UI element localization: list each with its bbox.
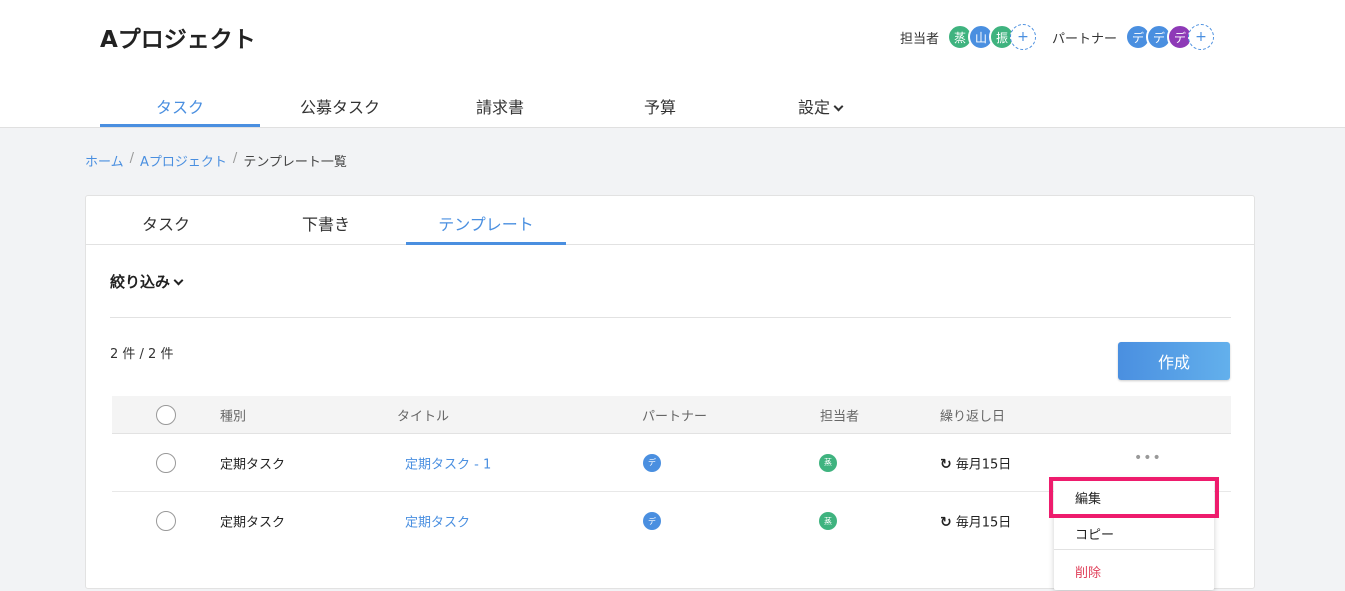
chevron-down-icon — [173, 275, 184, 286]
assignee-label: 担当者 — [900, 31, 940, 47]
partner-avatar: デ — [643, 453, 661, 472]
nav-tab-budget[interactable]: 予算 — [580, 82, 740, 127]
row-repeat-day: ↻ 毎月15日 — [940, 514, 1012, 531]
breadcrumb-current: テンプレート一覧 — [243, 155, 347, 170]
row-title-link[interactable]: 定期タスク — [405, 512, 470, 531]
nav-tab-tasks[interactable]: タスク — [100, 82, 260, 127]
row-checkbox[interactable] — [156, 452, 176, 473]
breadcrumb: ホーム / Aプロジェクト / テンプレート一覧 — [85, 151, 347, 170]
filter-label: 絞り込み — [110, 273, 171, 291]
row-repeat-day: ↻ 毎月15日 — [940, 456, 1012, 472]
menu-item-delete[interactable]: 削除 — [1054, 552, 1214, 588]
more-options-icon[interactable]: ••• — [1134, 450, 1162, 466]
project-title: Aプロジェクト — [100, 27, 256, 53]
tab-drafts[interactable]: 下書き — [246, 196, 406, 244]
menu-item-copy[interactable]: コピー — [1054, 514, 1214, 550]
nav-tab-invoices[interactable]: 請求書 — [420, 82, 580, 127]
main-nav: タスク 公募タスク 請求書 予算 設定 — [100, 82, 900, 127]
row-title-link[interactable]: 定期タスク - 1 — [405, 453, 491, 472]
project-members: 担当者 蒸 山 振 + パートナー デ デ デ + — [900, 22, 1215, 52]
partner-avatar: デ — [643, 512, 661, 530]
create-button[interactable]: 作成 — [1118, 342, 1230, 380]
row-context-menu: 編集 コピー 削除 — [1054, 478, 1214, 590]
breadcrumb-separator: / — [232, 151, 238, 166]
breadcrumb-project[interactable]: Aプロジェクト — [140, 151, 227, 170]
header-title: タイトル — [397, 409, 450, 424]
header-partner: パートナー — [642, 409, 708, 424]
filter-toggle[interactable]: 絞り込み — [110, 271, 184, 292]
breadcrumb-home[interactable]: ホーム — [85, 151, 124, 170]
partner-label: パートナー — [1052, 31, 1118, 47]
nav-tab-public-tasks[interactable]: 公募タスク — [260, 82, 420, 127]
menu-item-edit[interactable]: 編集 — [1054, 478, 1214, 514]
row-type: 定期タスク — [220, 457, 286, 472]
app-header: Aプロジェクト 担当者 蒸 山 振 + パートナー デ デ デ + タスク 公募… — [0, 0, 1345, 128]
tab-templates[interactable]: テンプレート — [406, 196, 566, 245]
divider — [110, 317, 1231, 318]
assignee-avatar: 蒸 — [819, 512, 837, 530]
row-type: 定期タスク — [220, 515, 286, 531]
add-assignee-button[interactable]: + — [1010, 24, 1037, 50]
add-partner-button[interactable]: + — [1188, 24, 1215, 50]
row-checkbox[interactable] — [156, 511, 176, 531]
chevron-down-icon — [833, 101, 844, 112]
assignee-avatar: 蒸 — [819, 453, 837, 472]
table-header: 種別 タイトル パートナー 担当者 繰り返し日 — [112, 396, 1231, 434]
nav-tab-settings[interactable]: 設定 — [740, 82, 900, 127]
header-repeat-day: 繰り返し日 — [940, 409, 1006, 424]
select-all-checkbox[interactable] — [156, 404, 176, 425]
result-count: 2 件 / 2 件 — [110, 347, 174, 362]
breadcrumb-separator: / — [129, 151, 135, 166]
tab-tasks[interactable]: タスク — [86, 196, 246, 244]
content-tabs: タスク 下書き テンプレート — [86, 196, 1254, 245]
refresh-icon: ↻ — [940, 514, 952, 531]
header-type: 種別 — [220, 409, 247, 424]
refresh-icon: ↻ — [940, 456, 952, 472]
header-assignee: 担当者 — [820, 409, 860, 424]
